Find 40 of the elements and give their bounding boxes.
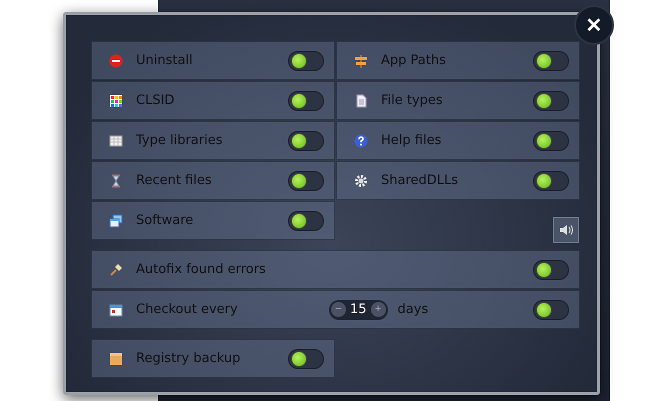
stepper-value: 15 — [350, 302, 367, 317]
no-entry-icon — [109, 54, 123, 68]
toggle-switch[interactable] — [533, 50, 569, 70]
option-label: Recent files — [136, 173, 213, 188]
toggle-switch[interactable] — [288, 50, 324, 70]
option-label: Autofix found errors — [136, 262, 267, 277]
option-label: Type libraries — [136, 133, 224, 148]
unit-label: days — [398, 302, 430, 317]
hourglass-icon — [109, 174, 123, 188]
option-label: Software — [136, 213, 194, 228]
toggle-switch[interactable] — [288, 210, 324, 230]
toggle-switch[interactable] — [288, 130, 324, 150]
box-icon — [109, 352, 123, 366]
option-label: Registry backup — [136, 351, 242, 366]
option-label: Help files — [381, 133, 442, 148]
signpost-icon — [354, 54, 368, 68]
toggle-switch[interactable] — [533, 130, 569, 150]
toggle-switch[interactable] — [533, 260, 569, 280]
calendar-icon — [109, 302, 123, 316]
option-label: SharedDLLs — [381, 173, 460, 188]
speaker-icon — [559, 224, 573, 236]
document-icon — [354, 94, 368, 108]
toggle-switch[interactable] — [533, 300, 569, 320]
toggle-switch[interactable] — [288, 170, 324, 190]
option-label: App Paths — [381, 53, 447, 68]
toggle-switch[interactable] — [533, 90, 569, 110]
close-button[interactable]: ✕ — [574, 5, 614, 45]
toggle-switch[interactable] — [288, 348, 324, 368]
sound-button[interactable] — [553, 217, 579, 243]
option-label: Checkout every — [136, 302, 239, 317]
windows-icon — [109, 214, 123, 228]
option-label: CLSID — [136, 93, 176, 108]
table-icon — [109, 134, 123, 148]
gear-icon — [354, 174, 368, 188]
toggle-switch[interactable] — [288, 90, 324, 110]
option-label: Uninstall — [136, 53, 194, 68]
color-grid-icon — [109, 94, 123, 108]
option-label: File types — [381, 93, 444, 108]
toggle-switch[interactable] — [533, 170, 569, 190]
help-icon — [354, 134, 368, 148]
